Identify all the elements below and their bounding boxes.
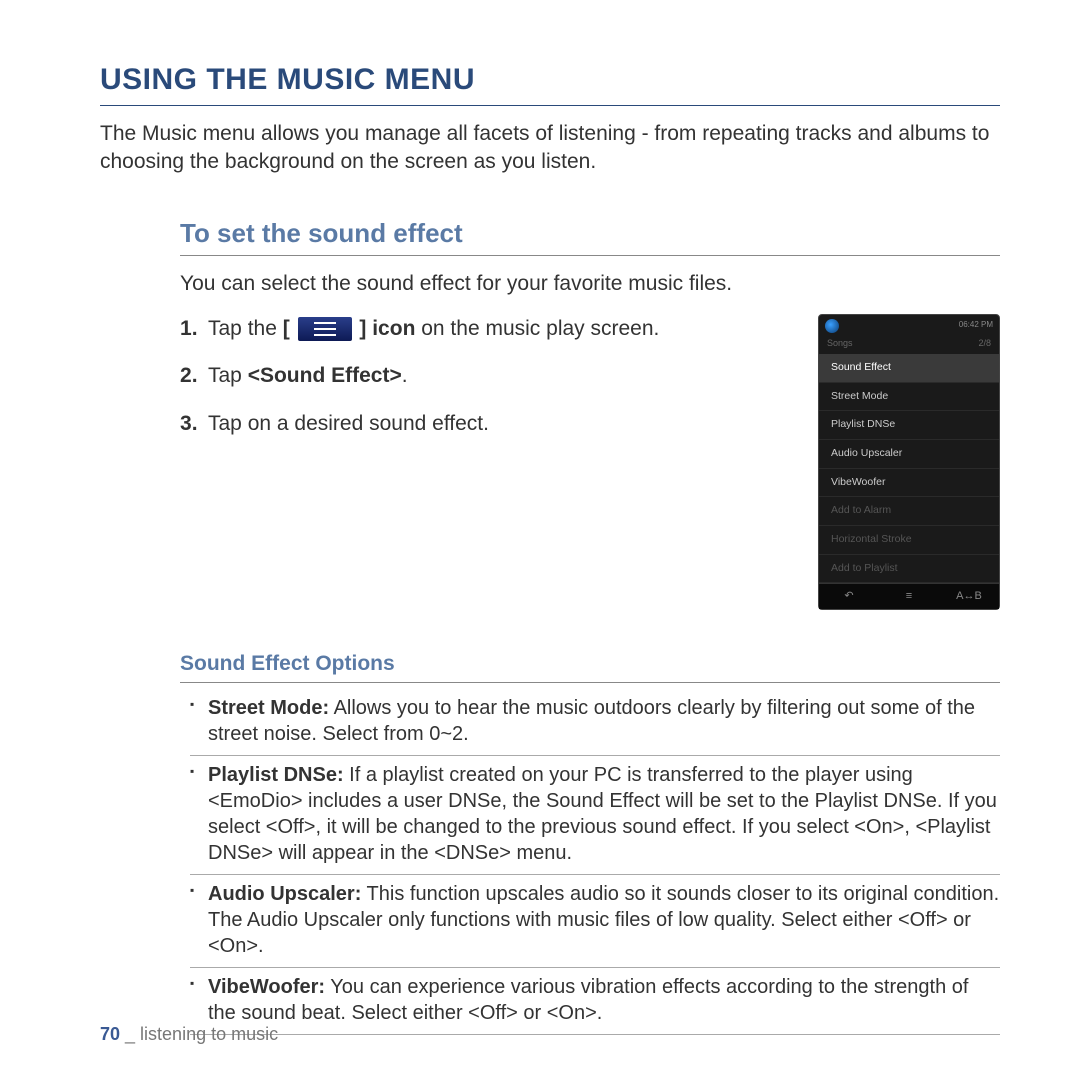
- page-number: 70: [100, 1024, 120, 1044]
- options-title: Sound Effect Options: [180, 650, 1000, 683]
- step-1: Tap the [ ] icon on the music play scree…: [180, 314, 788, 343]
- device-menu-icon[interactable]: ≡: [879, 589, 939, 603]
- device-item-vibewoofer[interactable]: VibeWoofer: [819, 469, 999, 498]
- device-screenshot: 06:42 PM Songs 2/8 Sound Effect Street M…: [818, 314, 1000, 610]
- step-2: Tap <Sound Effect>.: [180, 361, 788, 390]
- steps-list: Tap the [ ] icon on the music play scree…: [180, 314, 788, 456]
- device-time: 06:42 PM: [959, 320, 993, 330]
- section-sound-effect: To set the sound effect You can select t…: [100, 217, 1000, 1035]
- options-list: Street Mode: Allows you to hear the musi…: [180, 695, 1000, 1035]
- option-audio-upscaler: Audio Upscaler: This function upscales a…: [190, 881, 1000, 968]
- device-item-add-alarm[interactable]: Add to Alarm: [819, 497, 999, 526]
- device-item-street-mode[interactable]: Street Mode: [819, 383, 999, 412]
- page-intro: The Music menu allows you manage all fac…: [100, 120, 1000, 177]
- section-lead: You can select the sound effect for your…: [180, 270, 1000, 297]
- device-item-add-playlist[interactable]: Add to Playlist: [819, 555, 999, 584]
- chapter-name: listening to music: [140, 1024, 278, 1044]
- option-street-mode: Street Mode: Allows you to hear the musi…: [190, 695, 1000, 756]
- option-vibewoofer: VibeWoofer: You can experience various v…: [190, 974, 1000, 1035]
- step-3: Tap on a desired sound effect.: [180, 409, 788, 438]
- hamburger-menu-icon: [298, 317, 352, 341]
- device-item-audio-upscaler[interactable]: Audio Upscaler: [819, 440, 999, 469]
- page-footer: 70 _ listening to music: [100, 1023, 278, 1046]
- device-ab-icon[interactable]: A↔B: [939, 589, 999, 603]
- device-count: 2/8: [978, 338, 991, 350]
- device-item-playlist-dnse[interactable]: Playlist DNSe: [819, 411, 999, 440]
- section-title: To set the sound effect: [180, 217, 1000, 257]
- device-menu-list: Sound Effect Street Mode Playlist DNSe A…: [819, 354, 999, 583]
- page-title: USING THE MUSIC MENU: [100, 60, 1000, 106]
- music-app-icon: [825, 319, 839, 333]
- device-back-icon[interactable]: ↶: [819, 589, 879, 603]
- device-header: Songs: [827, 338, 853, 350]
- device-item-sound-effect[interactable]: Sound Effect: [819, 354, 999, 383]
- device-item-horizontal-stroke[interactable]: Horizontal Stroke: [819, 526, 999, 555]
- option-playlist-dnse: Playlist DNSe: If a playlist created on …: [190, 762, 1000, 875]
